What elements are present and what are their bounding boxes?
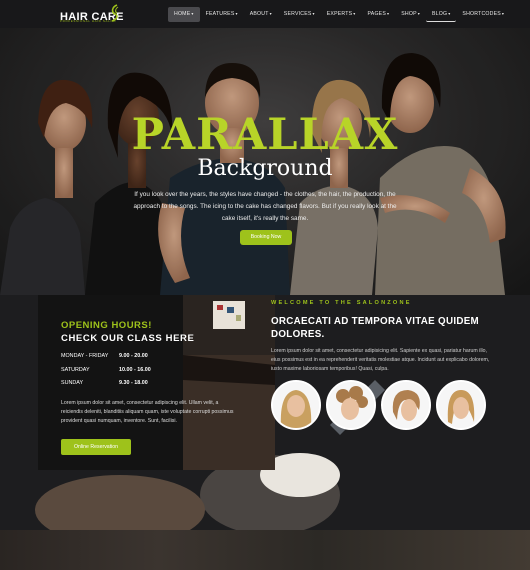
chevron-down-icon: ▾ [501,11,505,16]
menu-label: HOME [174,11,191,17]
hairstyle-portrait[interactable] [381,380,431,430]
hairstyle-portrait[interactable] [436,380,486,430]
opening-hours-title: OPENING HOURS! [61,320,152,331]
menu-services[interactable]: SERVICES▾ [278,7,321,22]
menu-label: EXPERTS [326,11,353,17]
salon-title: ORCAECATI AD TEMPORA VITAE QUIDEM DOLORE… [271,316,480,340]
menu-pages[interactable]: PAGES▾ [362,7,396,22]
chevron-down-icon: ▾ [312,11,315,16]
chevron-down-icon: ▾ [417,11,420,16]
menu-label: FEATURES [205,11,235,17]
chevron-down-icon: ▾ [191,11,194,16]
hours-day: MONDAY - FRIDAY [61,353,109,359]
online-reservation-button[interactable]: Online Reservation [61,439,131,455]
hours-time: 9.30 - 18.00 [119,380,148,386]
opening-hours-subtitle: CHECK OUR CLASS HERE [61,333,195,344]
menu-shortcodes[interactable]: SHORTCODES▾ [456,7,510,22]
main-menu: HOME▾ FEATURES▾ ABOUT▾ SERVICES▾ EXPERTS… [168,7,510,22]
menu-label: SHORTCODES [462,11,501,17]
hairstyle-portrait[interactable] [271,380,321,430]
menu-shop[interactable]: SHOP▾ [395,7,426,22]
hairstyle-portrait[interactable] [326,380,376,430]
hero-section: PARALLAX Background If you look over the… [0,28,530,295]
menu-experts[interactable]: EXPERTS▾ [321,7,362,22]
lower-section: OPENING HOURS! CHECK OUR CLASS HERE MOND… [0,295,530,530]
opening-hours-card: OPENING HOURS! CHECK OUR CLASS HERE MOND… [38,295,275,470]
hours-time: 9.00 - 20.00 [119,353,148,359]
logo-subtitle: PROFESSIONAL HAIR SALON [60,19,117,23]
hero-description: If you look over the years, the styles h… [133,191,397,222]
hours-row: SUNDAY 9.30 - 18.00 [61,380,148,386]
hours-row: SATURDAY 10.00 - 16.00 [61,367,151,373]
menu-features[interactable]: FEATURES▾ [200,7,244,22]
booking-now-button[interactable]: Booking Now [240,230,292,245]
menu-label: SERVICES [283,11,312,17]
top-navbar: HAIR CARE PROFESSIONAL HAIR SALON HOME▾ … [0,0,530,28]
hair-logo-icon [111,4,119,22]
chevron-down-icon: ▾ [448,11,451,16]
hours-time: 10.00 - 16.00 [119,367,151,373]
hairstyle-portraits [271,380,486,430]
hero-title: PARALLAX [131,110,399,160]
chevron-down-icon: ▾ [269,11,272,16]
welcome-heading: WELCOME TO THE SALONZONE [271,300,412,306]
chevron-down-icon: ▾ [235,11,238,16]
hero-subtitle: Background [197,156,333,181]
menu-about[interactable]: ABOUT▾ [244,7,278,22]
hours-day: SATURDAY [61,367,90,373]
menu-label: BLOG [431,11,448,17]
hours-description: Lorem ipsum dolor sit amet, consectetur … [61,400,234,424]
hours-day: SUNDAY [61,380,84,386]
menu-home[interactable]: HOME▾ [168,7,200,22]
menu-label: ABOUT [249,11,269,17]
salon-description: Lorem ipsum dolor sit amet, consectetur … [271,348,490,372]
menu-label: PAGES [367,11,387,17]
next-section-preview [0,530,530,570]
hours-row: MONDAY - FRIDAY 9.00 - 20.00 [61,353,148,359]
logo[interactable]: HAIR CARE PROFESSIONAL HAIR SALON [60,4,124,25]
menu-label: SHOP [401,11,417,17]
menu-blog[interactable]: BLOG▾ [425,7,457,22]
salon-interior-photo [183,295,275,470]
chevron-down-icon: ▾ [387,11,390,16]
chevron-down-icon: ▾ [353,11,356,16]
